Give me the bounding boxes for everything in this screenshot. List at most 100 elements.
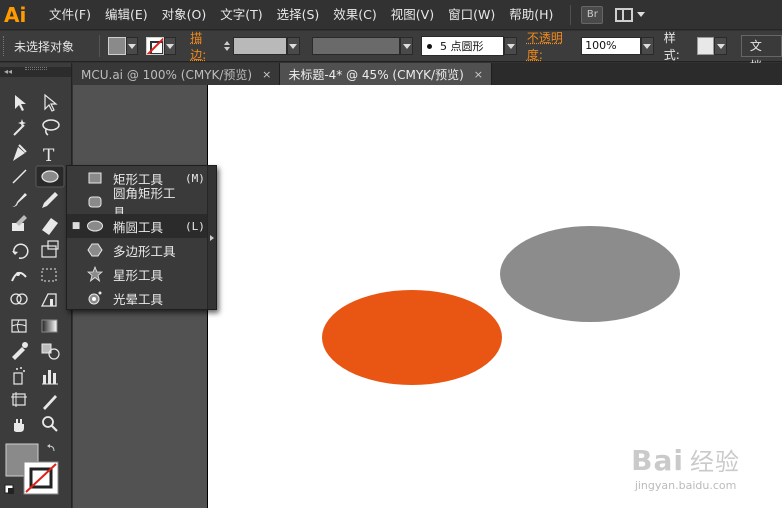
tools-panel: ◂◂ T	[0, 63, 72, 508]
opacity-input[interactable]: 100%	[581, 37, 642, 55]
chevron-down-icon	[127, 43, 136, 49]
variable-width-profile[interactable]	[311, 37, 401, 55]
flyout-shortcut: (L)	[185, 219, 205, 233]
tab-mcu[interactable]: MCU.ai @ 100% (CMYK/预览) ×	[73, 63, 281, 85]
profile-dropdown[interactable]	[400, 37, 414, 55]
chevron-down-icon	[289, 43, 298, 49]
swap-fill-stroke-icon[interactable]	[47, 444, 55, 452]
flyout-item-star[interactable]: 星形工具	[67, 262, 209, 286]
pen-tool-icon[interactable]	[13, 144, 27, 161]
graphic-style-swatch[interactable]	[696, 37, 715, 55]
flyout-item-flare[interactable]: 光晕工具	[67, 286, 209, 310]
fill-swatch[interactable]	[108, 37, 126, 55]
tab-label: 未标题-4* @ 45% (CMYK/预览)	[288, 67, 464, 82]
close-tab-icon[interactable]: ×	[262, 68, 271, 81]
mesh-tool-icon[interactable]	[11, 319, 27, 333]
tearoff-handle[interactable]	[207, 166, 216, 309]
rectangle-icon	[85, 168, 105, 188]
stroke-none-swatch[interactable]	[23, 461, 59, 495]
baidu-watermark: Bai 经验 jingyan.baidu.com	[631, 442, 740, 492]
svg-text:T: T	[43, 146, 55, 166]
eraser-tool-icon[interactable]	[42, 218, 58, 235]
blob-brush-tool-icon[interactable]	[12, 215, 27, 231]
fill-dropdown[interactable]	[125, 37, 139, 55]
chevron-right-icon	[210, 234, 214, 241]
menu-view[interactable]: 视图(V)	[384, 0, 441, 30]
menu-effect[interactable]: 效果(C)	[326, 0, 383, 30]
workspace-switcher[interactable]	[615, 7, 646, 22]
close-tab-icon[interactable]: ×	[474, 68, 483, 81]
stroke-label[interactable]: 描边:	[190, 29, 217, 63]
document-setup-button[interactable]: 文档	[740, 35, 782, 73]
symbol-sprayer-tool-icon[interactable]	[13, 367, 25, 385]
ellipse-tool-icon[interactable]	[41, 170, 59, 183]
bridge-button[interactable]: Br	[581, 5, 604, 24]
flare-icon	[85, 288, 105, 308]
watermark-url: jingyan.baidu.com	[634, 479, 737, 492]
slice-tool-icon[interactable]	[43, 395, 57, 410]
column-graph-tool-icon[interactable]	[42, 370, 58, 385]
watermark-title-cn: 经验	[690, 448, 740, 476]
brush-dropdown[interactable]	[504, 37, 517, 55]
blend-tool-icon[interactable]	[41, 343, 60, 360]
style-dropdown[interactable]	[714, 37, 727, 55]
gradient-tool-icon[interactable]	[41, 319, 58, 333]
stroke-weight-stepper[interactable]	[221, 37, 233, 55]
zoom-tool-icon[interactable]	[42, 416, 58, 432]
chevron-down-icon	[165, 43, 174, 49]
direct-selection-tool-icon[interactable]	[44, 93, 58, 112]
tab-untitled-4[interactable]: 未标题-4* @ 45% (CMYK/预览) ×	[280, 63, 492, 85]
stroke-swatch-none[interactable]	[146, 37, 164, 55]
line-segment-tool-icon[interactable]	[12, 169, 27, 184]
rotate-tool-icon[interactable]	[12, 243, 29, 259]
artboard-canvas[interactable]: Bai 经验 jingyan.baidu.com	[208, 85, 782, 508]
watermark-logo: Bai 经验	[631, 442, 740, 477]
document-tabs: MCU.ai @ 100% (CMYK/预览) × 未标题-4* @ 45% (…	[73, 63, 782, 85]
eyedropper-tool-icon[interactable]	[12, 342, 28, 360]
menu-type[interactable]: 文字(T)	[213, 0, 269, 30]
menu-window[interactable]: 窗口(W)	[441, 0, 502, 30]
menu-edit[interactable]: 编辑(E)	[98, 0, 155, 30]
width-tool-icon[interactable]	[11, 271, 27, 282]
menu-select[interactable]: 选择(S)	[270, 0, 327, 30]
brush-definition[interactable]: 5 点圆形	[421, 36, 505, 56]
pencil-tool-icon[interactable]	[42, 192, 58, 208]
lasso-tool-icon[interactable]	[42, 119, 60, 136]
scale-tool-icon[interactable]	[41, 240, 59, 258]
paintbrush-tool-icon[interactable]	[12, 193, 27, 207]
watermark-title: Bai	[631, 444, 684, 477]
stroke-weight-dropdown[interactable]	[286, 37, 300, 55]
menu-object[interactable]: 对象(O)	[155, 0, 214, 30]
panel-grip	[24, 67, 47, 70]
perspective-grid-tool-icon[interactable]	[40, 293, 57, 307]
selected-bullet-icon: ■	[71, 221, 81, 231]
tool-icons-layer: T	[4, 93, 65, 495]
shape-builder-tool-icon[interactable]	[10, 293, 28, 305]
chevron-down-icon	[402, 43, 411, 49]
opacity-label[interactable]: 不透明度:	[527, 29, 577, 63]
flyout-item-polygon[interactable]: 多边形工具	[67, 238, 209, 262]
artboard-tool-icon[interactable]	[11, 392, 27, 407]
flyout-item-rounded-rectangle[interactable]: 圆角矩形工具	[67, 186, 209, 220]
control-divider	[99, 35, 101, 57]
brush-label: 5 点圆形	[440, 40, 484, 53]
opacity-dropdown[interactable]	[641, 37, 654, 55]
free-transform-tool-icon[interactable]	[41, 268, 57, 282]
control-bar-grip[interactable]	[3, 36, 6, 56]
chevron-down-icon	[716, 43, 725, 49]
selection-tool-icon[interactable]	[15, 95, 26, 111]
rounded-rectangle-icon	[85, 192, 105, 212]
control-bar: 未选择对象 描边: 5 点圆形 不透明度: 100% 样式: 文档	[0, 29, 782, 73]
magic-wand-tool-icon[interactable]	[13, 119, 26, 136]
gray-ellipse[interactable]	[500, 226, 680, 322]
hand-tool-icon[interactable]	[14, 419, 24, 432]
menu-file[interactable]: 文件(F)	[42, 0, 98, 30]
menu-divider	[570, 4, 572, 25]
flyout-item-ellipse[interactable]: ■ 椭圆工具 (L)	[67, 214, 209, 238]
orange-ellipse[interactable]	[322, 290, 502, 385]
stroke-weight-field[interactable]	[232, 37, 287, 55]
type-tool-icon[interactable]: T	[43, 146, 55, 166]
menu-help[interactable]: 帮助(H)	[502, 0, 560, 30]
default-fill-stroke-icon[interactable]	[4, 484, 14, 494]
stroke-dropdown[interactable]	[163, 37, 177, 55]
